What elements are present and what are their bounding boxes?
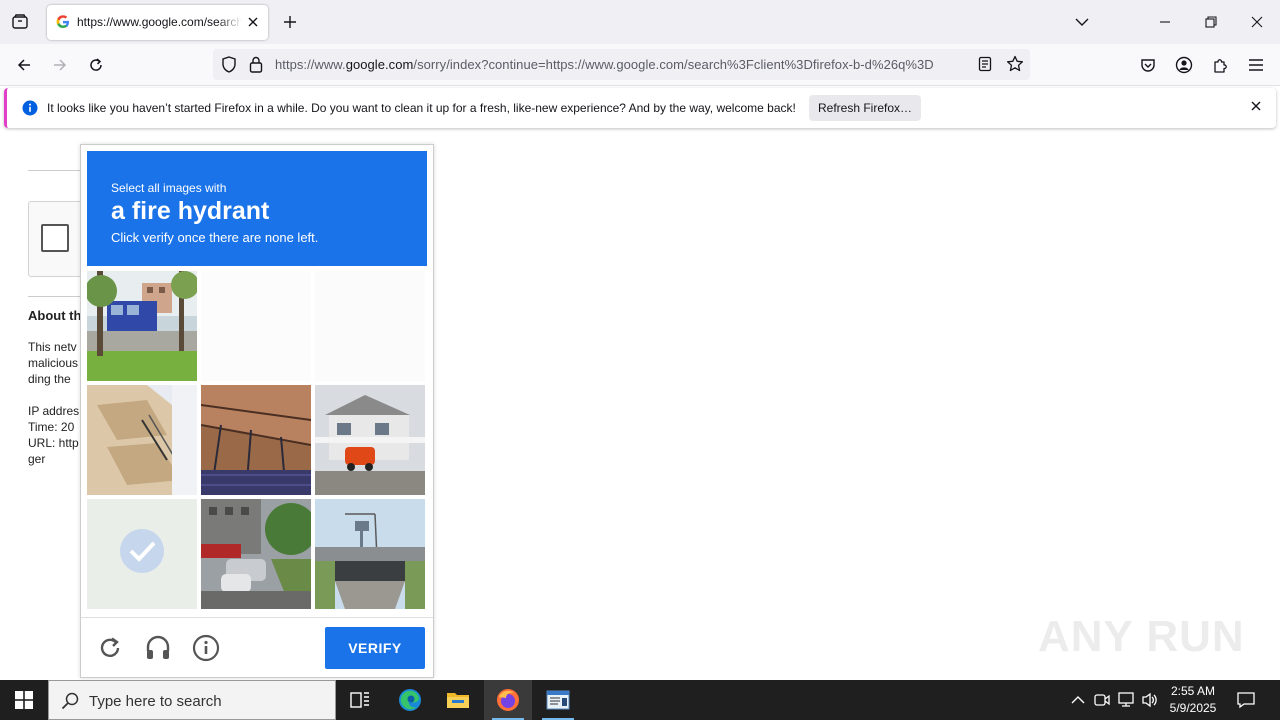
audio-challenge-headphones-icon[interactable] (143, 633, 173, 663)
navigation-toolbar: https://www.google.com/sorry/index?conti… (0, 44, 1280, 86)
challenge-tile-street-parked-cars[interactable] (201, 499, 311, 609)
reader-view-icon[interactable] (978, 56, 992, 72)
file-explorer-icon[interactable] (434, 680, 482, 720)
window-close-icon[interactable] (1247, 12, 1267, 32)
search-placeholder: Type here to search (89, 693, 222, 710)
extensions-puzzle-icon[interactable] (1209, 54, 1231, 76)
url-text[interactable]: https://www.google.com/sorry/index?conti… (275, 57, 971, 72)
clock-time: 2:55 AM (1170, 684, 1216, 698)
taskbar: Type here to search 2:55 AM 5/9/2025 (0, 680, 1280, 720)
forward-arrow-icon[interactable] (49, 54, 71, 76)
refresh-firefox-button[interactable]: Refresh Firefox… (809, 95, 921, 121)
hamburger-menu-icon[interactable] (1245, 54, 1267, 76)
challenge-instruction: Select all images with (111, 181, 227, 195)
firefox-taskbar-icon[interactable] (484, 680, 532, 720)
about-text-line: malicious (28, 356, 79, 370)
about-text-line: ding the (28, 372, 71, 386)
challenge-tile-ceiling-structure[interactable] (201, 385, 311, 495)
meet-now-icon[interactable] (1092, 690, 1112, 710)
info-icon (22, 100, 38, 116)
lock-icon[interactable] (249, 56, 263, 73)
about-heading: About th (28, 308, 82, 323)
url-host: google.com (345, 57, 414, 72)
volume-speaker-icon[interactable] (1140, 690, 1160, 710)
about-text-line: ger (28, 452, 46, 466)
notepad-app-icon[interactable] (534, 680, 582, 720)
anyrun-watermark: ANY RUN (1038, 612, 1245, 661)
challenge-tile-house-red-car[interactable] (315, 385, 425, 495)
url-path: /sorry/index?continue=https://www.google… (413, 57, 934, 72)
tab-close-icon[interactable] (243, 12, 263, 32)
recaptcha-widget[interactable] (28, 201, 88, 277)
google-favicon-icon (56, 15, 69, 28)
tab-title: https://www.google.com/search?client=fir… (77, 15, 242, 29)
challenge-tile-street-bus[interactable] (87, 271, 197, 381)
account-icon[interactable] (1173, 54, 1195, 76)
pocket-icon[interactable] (1137, 54, 1159, 76)
taskbar-search-input[interactable]: Type here to search (48, 680, 336, 720)
help-info-icon[interactable] (191, 633, 221, 663)
about-text-line: URL: http (28, 436, 79, 450)
browser-tab[interactable]: https://www.google.com/search?client=fir… (47, 5, 268, 40)
list-all-tabs-chevron-icon[interactable] (1072, 12, 1092, 32)
verify-button[interactable]: VERIFY (325, 627, 425, 669)
challenge-tile-overpass[interactable] (315, 499, 425, 609)
challenge-target: a fire hydrant (111, 197, 270, 225)
minimize-icon[interactable] (1155, 12, 1175, 32)
tab-strip: https://www.google.com/search?client=fir… (0, 0, 1280, 44)
tracking-protection-shield-icon[interactable] (221, 56, 237, 73)
clock-date: 5/9/2025 (1169, 701, 1217, 715)
recaptcha-challenge-dialog: Select all images with a fire hydrant Cl… (80, 144, 434, 678)
notification-message: It looks like you haven’t started Firefo… (47, 101, 796, 115)
restore-icon[interactable] (1201, 12, 1221, 32)
challenge-tile-building-balconies[interactable] (87, 385, 197, 495)
notification-center-icon[interactable] (1236, 690, 1256, 710)
challenge-tile-loading[interactable] (201, 271, 311, 381)
reload-icon[interactable] (85, 54, 107, 76)
notification-close-icon[interactable] (1250, 100, 1262, 112)
show-hidden-icons-chevron-icon[interactable] (1068, 690, 1088, 710)
challenge-hint: Click verify once there are none left. (111, 230, 319, 245)
recaptcha-checkbox[interactable] (41, 224, 69, 252)
divider (28, 170, 80, 171)
reload-challenge-icon[interactable] (95, 633, 125, 663)
firefox-view-icon[interactable] (8, 10, 32, 34)
url-scheme: https://www. (275, 57, 346, 72)
edge-browser-icon[interactable] (386, 680, 434, 720)
network-icon[interactable] (1116, 690, 1136, 710)
challenge-tile-loading[interactable] (315, 271, 425, 381)
challenge-header: Select all images with a fire hydrant Cl… (87, 151, 427, 266)
system-clock[interactable]: 2:55 AM 5/9/2025 (1160, 683, 1226, 717)
about-text-line: Time: 20 (28, 420, 75, 434)
divider (28, 296, 80, 297)
challenge-tile-selected[interactable] (87, 499, 197, 609)
url-bar[interactable]: https://www.google.com/sorry/index?conti… (213, 49, 1030, 80)
task-view-icon[interactable] (336, 680, 384, 720)
about-text-line: This netv (28, 340, 77, 354)
new-tab-plus-icon[interactable] (280, 12, 300, 32)
bookmark-star-icon[interactable] (1006, 55, 1024, 73)
back-arrow-icon[interactable] (13, 54, 35, 76)
about-text-line: IP addres (28, 404, 80, 418)
refresh-firefox-notification: It looks like you haven’t started Firefo… (4, 88, 1276, 128)
divider (81, 617, 433, 618)
windows-start-icon[interactable] (0, 680, 48, 720)
search-icon (61, 692, 79, 710)
